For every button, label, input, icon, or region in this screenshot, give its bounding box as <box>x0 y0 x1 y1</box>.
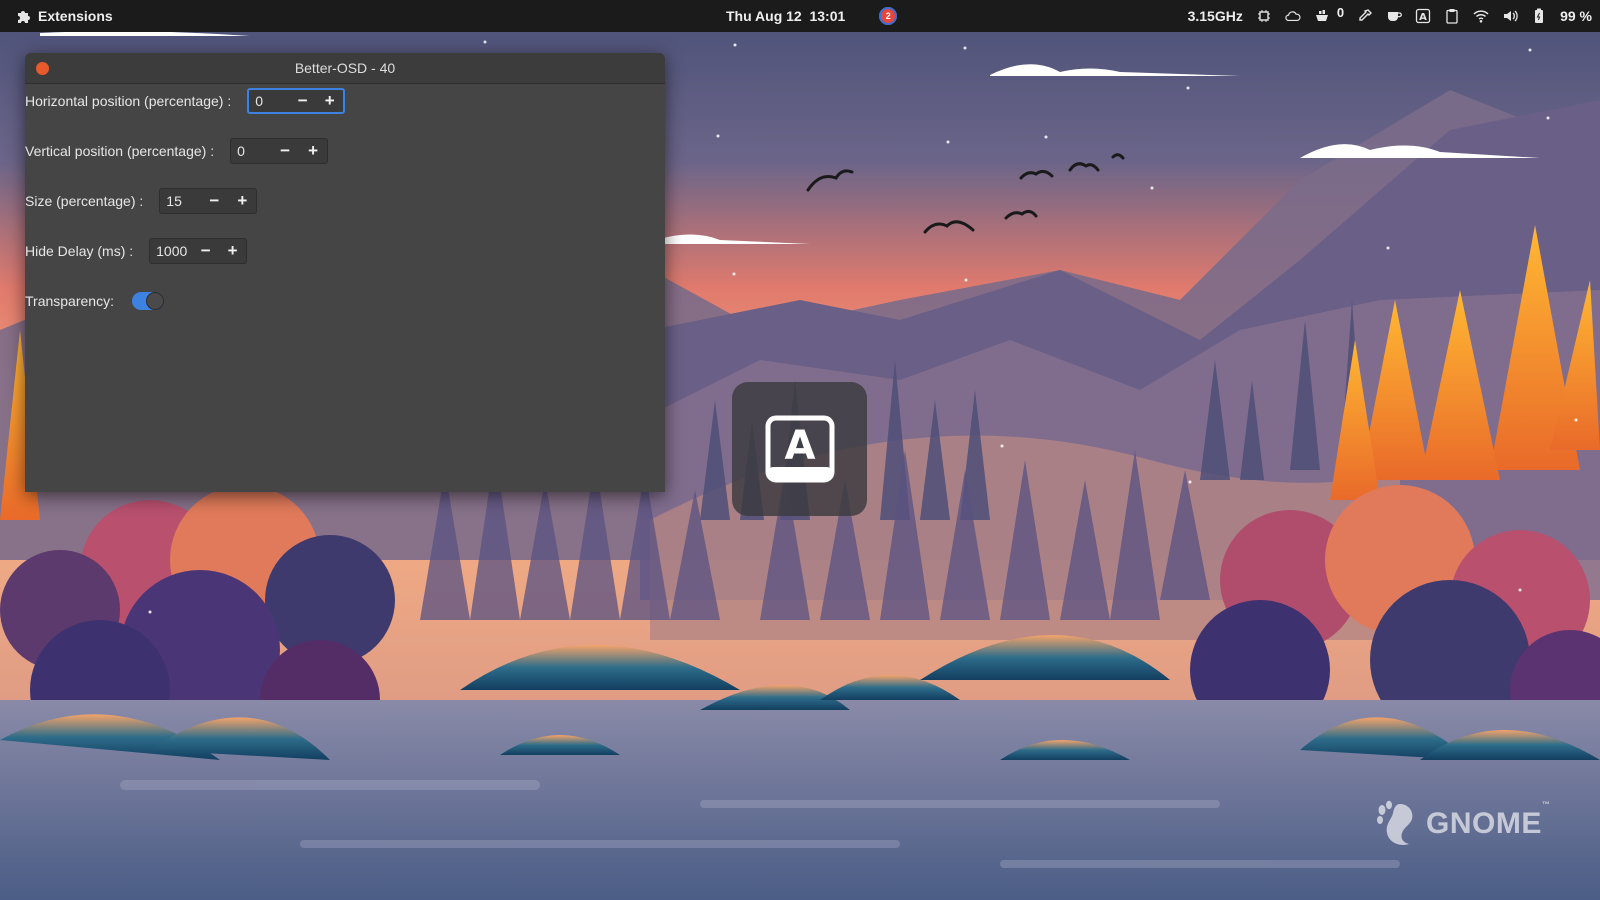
cpu-frequency[interactable]: 3.15GHz <box>1188 8 1243 24</box>
size-row: Size (percentage) : 15 − + <box>25 187 258 215</box>
horizontal-position-row: Horizontal position (percentage) : 0 − + <box>25 87 346 115</box>
better-osd-preferences-window: Better-OSD - 40 Horizontal position (per… <box>25 53 665 492</box>
trademark-symbol: ™ <box>1541 800 1551 809</box>
battery-percentage[interactable]: 99 % <box>1560 8 1592 24</box>
size-input[interactable]: 15 <box>160 193 200 209</box>
activities-button[interactable]: Extensions <box>16 0 113 32</box>
switch-knob <box>145 292 164 310</box>
battery-icon[interactable] <box>1531 8 1547 24</box>
keyboard-layout-icon: A <box>765 415 834 483</box>
vertical-decrement-button[interactable]: − <box>271 139 299 163</box>
color-picker-icon[interactable] <box>1357 8 1373 24</box>
clock[interactable]: Thu Aug 12 13:01 <box>726 8 845 24</box>
hide-delay-row: Hide Delay (ms) : 1000 − + <box>25 237 248 265</box>
horizontal-position-input[interactable]: 0 <box>249 93 289 109</box>
activities-label: Extensions <box>38 8 113 24</box>
vertical-increment-button[interactable]: + <box>299 139 327 163</box>
updates-count: 0 <box>1336 4 1345 20</box>
notification-badge[interactable]: 2 <box>879 7 898 25</box>
gnome-logo-text: GNOME <box>1426 807 1542 840</box>
clipboard-icon[interactable] <box>1444 8 1460 24</box>
hide-delay-decrement-button[interactable]: − <box>192 239 219 263</box>
osd-letter: A <box>784 423 815 469</box>
gnome-foot-icon <box>1377 800 1413 845</box>
puzzle-piece-icon <box>16 8 32 24</box>
cpu-chip-icon[interactable] <box>1256 8 1272 24</box>
window-titlebar[interactable]: Better-OSD - 40 <box>25 53 665 84</box>
size-increment-button[interactable]: + <box>228 189 256 213</box>
transparency-switch[interactable] <box>131 292 164 310</box>
size-label: Size (percentage) : <box>25 193 144 209</box>
hide-delay-input[interactable]: 1000 <box>150 243 192 259</box>
svg-text:A: A <box>1419 12 1427 23</box>
keyboard-layout-icon[interactable]: A <box>1415 8 1431 24</box>
vertical-position-input[interactable]: 0 <box>231 143 271 159</box>
wifi-icon[interactable] <box>1473 8 1489 24</box>
cloud-icon[interactable] <box>1285 8 1301 24</box>
gnome-wallpaper-logo: GNOME ™ <box>1376 800 1550 848</box>
vertical-position-row: Vertical position (percentage) : 0 − + <box>25 137 329 165</box>
horizontal-position-label: Horizontal position (percentage) : <box>25 93 232 109</box>
hide-delay-label: Hide Delay (ms) : <box>25 243 134 259</box>
window-title: Better-OSD - 40 <box>294 60 396 76</box>
close-window-button[interactable] <box>36 62 49 75</box>
keyboard-layout-osd: A <box>732 382 867 516</box>
hide-delay-increment-button[interactable]: + <box>219 239 246 263</box>
volume-icon[interactable] <box>1502 8 1518 24</box>
transparency-row: Transparency: <box>25 287 164 315</box>
hide-delay-spinbutton[interactable]: 1000 − + <box>149 238 248 264</box>
software-updates-icon[interactable] <box>1314 8 1330 24</box>
coffee-cup-icon[interactable] <box>1386 8 1403 24</box>
vertical-position-spinbutton[interactable]: 0 − + <box>230 138 329 164</box>
horizontal-position-spinbutton[interactable]: 0 − + <box>247 88 346 114</box>
size-decrement-button[interactable]: − <box>200 189 228 213</box>
horizontal-decrement-button[interactable]: − <box>289 89 316 113</box>
horizontal-increment-button[interactable]: + <box>316 89 343 113</box>
top-bar: Extensions Thu Aug 12 13:01 2 3.15GHz 0 … <box>0 0 1600 32</box>
vertical-position-label: Vertical position (percentage) : <box>25 143 215 159</box>
transparency-label: Transparency: <box>25 293 114 309</box>
size-spinbutton[interactable]: 15 − + <box>159 188 258 214</box>
